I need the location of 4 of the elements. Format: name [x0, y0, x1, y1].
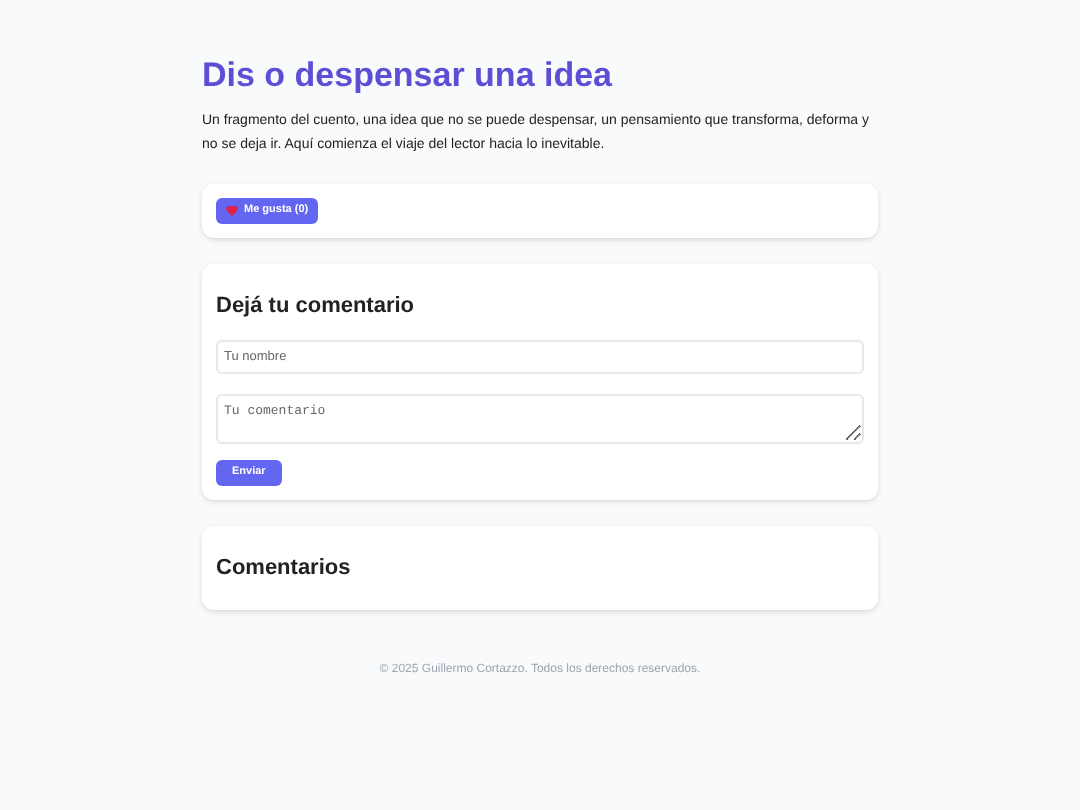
comments-title: Comentarios [216, 553, 351, 584]
article-title: Dis o despensar una idea [202, 56, 615, 96]
heart-icon [226, 206, 238, 216]
form-title: Dejá tu comentario [216, 292, 417, 320]
